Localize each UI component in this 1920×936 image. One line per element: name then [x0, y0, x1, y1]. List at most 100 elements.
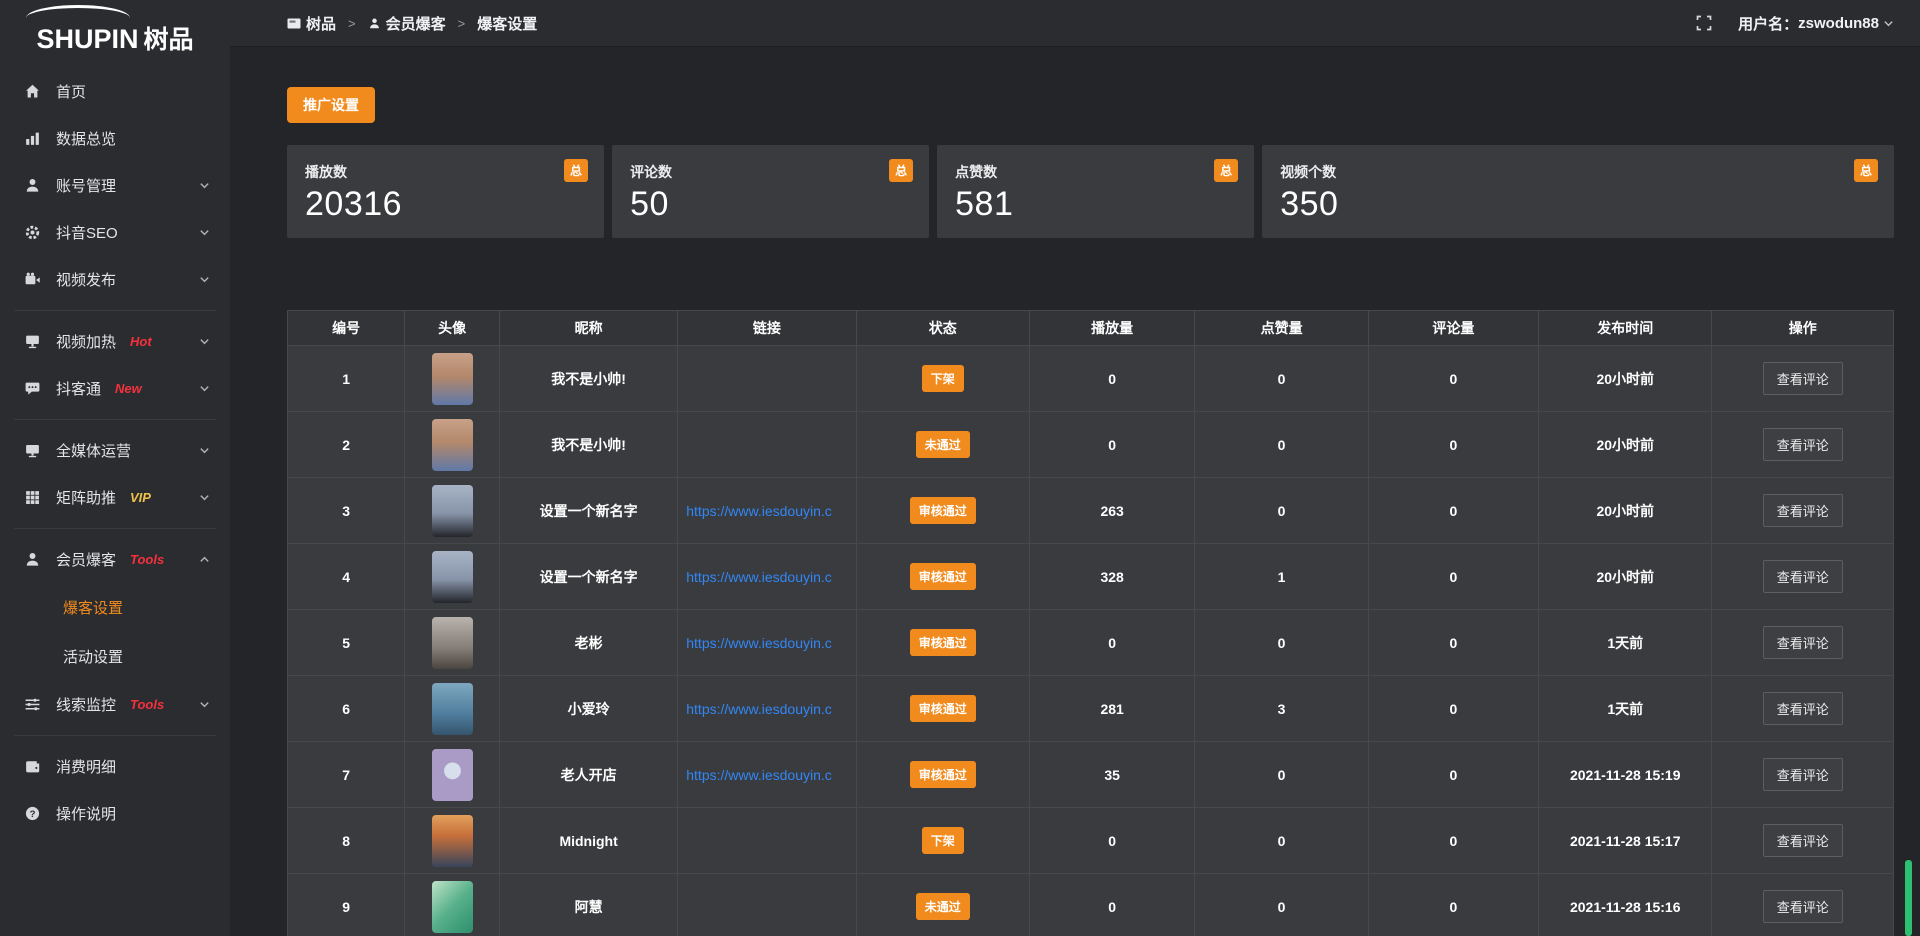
table-row: 4 设置一个新名字 https://www.iesdouyin.c 审核通过 3… — [288, 544, 1894, 610]
nickname: Midnight — [499, 808, 677, 874]
tools-badge: Tools — [130, 552, 164, 567]
view-comments-button[interactable]: 查看评论 — [1763, 494, 1843, 527]
table-row: 1 我不是小帅! 下架 0 0 0 20小时前 查看评论 — [288, 346, 1894, 412]
table-row: 7 老人开店 https://www.iesdouyin.c 审核通过 35 0… — [288, 742, 1894, 808]
chevron-down-icon — [199, 274, 210, 285]
video-link[interactable]: https://www.iesdouyin.c — [686, 503, 853, 519]
avatar — [432, 683, 473, 735]
status-badge[interactable]: 下架 — [922, 827, 964, 854]
view-comments-button[interactable]: 查看评论 — [1763, 692, 1843, 725]
comments-count: 0 — [1368, 610, 1538, 676]
view-comments-button[interactable]: 查看评论 — [1763, 428, 1843, 461]
publish-time: 2021-11-28 15:19 — [1539, 742, 1712, 808]
sidebar-item-lead-monitoring[interactable]: 线索监控 Tools — [0, 681, 230, 728]
publish-time: 1天前 — [1539, 610, 1712, 676]
sidebar-item-douketong[interactable]: 抖客通 New — [0, 365, 230, 412]
video-link[interactable]: https://www.iesdouyin.c — [686, 569, 853, 585]
view-comments-button[interactable]: 查看评论 — [1763, 560, 1843, 593]
nickname: 老彬 — [499, 610, 677, 676]
stat-label: 评论数 — [630, 162, 911, 182]
video-link[interactable]: https://www.iesdouyin.c — [686, 767, 853, 783]
sliders-icon — [24, 696, 41, 713]
view-comments-button[interactable]: 查看评论 — [1763, 362, 1843, 395]
sidebar-item-video-publish[interactable]: 视频发布 — [0, 256, 230, 303]
avatar — [432, 749, 473, 801]
avatar — [432, 419, 473, 471]
nav-divider — [14, 735, 216, 736]
chevron-down-icon — [199, 336, 210, 347]
likes-count: 0 — [1195, 808, 1368, 874]
plays-count: 0 — [1029, 610, 1194, 676]
logo-text-en: SHUPIN — [36, 24, 138, 54]
videos-table: 编号 头像 昵称 链接 状态 播放量 点赞量 评论量 发布时间 操作 1 — [287, 310, 1894, 936]
breadcrumb-item-member-baoke[interactable]: 会员爆客 — [368, 13, 446, 34]
table-row: 2 我不是小帅! 未通过 0 0 0 20小时前 查看评论 — [288, 412, 1894, 478]
status-badge[interactable]: 审核通过 — [910, 695, 976, 722]
sidebar-item-account-management[interactable]: 账号管理 — [0, 162, 230, 209]
status-badge[interactable]: 未通过 — [916, 893, 970, 920]
status-badge[interactable]: 审核通过 — [910, 761, 976, 788]
stat-value: 350 — [1280, 185, 1876, 224]
hot-badge: Hot — [130, 334, 152, 349]
likes-count: 0 — [1195, 742, 1368, 808]
comments-count: 0 — [1368, 544, 1538, 610]
avatar — [432, 353, 473, 405]
breadcrumb-item-root[interactable]: 树品 — [287, 13, 336, 34]
status-badge[interactable]: 审核通过 — [910, 497, 976, 524]
status-badge[interactable]: 审核通过 — [910, 563, 976, 590]
sidebar-item-member-baoke[interactable]: 会员爆客 Tools — [0, 536, 230, 583]
sidebar-item-label: 抖音SEO — [56, 222, 118, 243]
chevron-down-icon — [199, 699, 210, 710]
sidebar: SHUPIN树品 首页 数据总览 账号管理 抖音SEO 视频发布 — [0, 0, 230, 936]
monitor-icon — [24, 333, 41, 350]
sidebar-item-omni-media[interactable]: 全媒体运营 — [0, 427, 230, 474]
table-row: 9 阿慧 未通过 0 0 0 2021-11-28 15:16 查看评论 — [288, 874, 1894, 936]
status-badge[interactable]: 下架 — [922, 365, 964, 392]
sidebar-item-consumption-details[interactable]: 消费明细 — [0, 743, 230, 790]
breadcrumb-label: 会员爆客 — [386, 13, 446, 34]
sidebar-item-label: 账号管理 — [56, 175, 116, 196]
col-likes: 点赞量 — [1195, 311, 1368, 346]
nickname: 设置一个新名字 — [499, 478, 677, 544]
page-scrollbar-thumb[interactable] — [1905, 860, 1912, 936]
video-link[interactable]: https://www.iesdouyin.c — [686, 701, 853, 717]
promotion-settings-button[interactable]: 推广设置 — [287, 87, 375, 123]
plays-count: 35 — [1029, 742, 1194, 808]
view-comments-button[interactable]: 查看评论 — [1763, 824, 1843, 857]
table-row: 6 小爱玲 https://www.iesdouyin.c 审核通过 281 3… — [288, 676, 1894, 742]
user-icon — [24, 551, 41, 568]
view-comments-button[interactable]: 查看评论 — [1763, 890, 1843, 923]
likes-count: 0 — [1195, 610, 1368, 676]
breadcrumb-separator: > — [348, 16, 356, 31]
col-plays: 播放量 — [1029, 311, 1194, 346]
view-comments-button[interactable]: 查看评论 — [1763, 758, 1843, 791]
username-dropdown[interactable]: 用户名：zswodun88 — [1738, 13, 1894, 34]
row-id: 4 — [288, 544, 405, 610]
stat-card-likes: 点赞数 581 总 — [937, 145, 1254, 238]
home-icon — [24, 83, 41, 100]
sidebar-item-matrix-boost[interactable]: 矩阵助推 VIP — [0, 474, 230, 521]
col-actions: 操作 — [1712, 311, 1894, 346]
status-badge[interactable]: 未通过 — [916, 431, 970, 458]
publish-time: 1天前 — [1539, 676, 1712, 742]
sidebar-item-video-heating[interactable]: 视频加热 Hot — [0, 318, 230, 365]
row-id: 2 — [288, 412, 405, 478]
comments-count: 0 — [1368, 346, 1538, 412]
sidebar-subitem-baoke-settings[interactable]: 爆客设置 — [0, 583, 230, 632]
fullscreen-icon[interactable] — [1696, 15, 1712, 31]
sidebar-item-data-overview[interactable]: 数据总览 — [0, 115, 230, 162]
sidebar-item-home[interactable]: 首页 — [0, 68, 230, 115]
total-badge: 总 — [1214, 159, 1238, 182]
video-link[interactable]: https://www.iesdouyin.c — [686, 635, 853, 651]
sidebar-subitem-activity-settings[interactable]: 活动设置 — [0, 632, 230, 681]
sidebar-item-operation-guide[interactable]: ? 操作说明 — [0, 790, 230, 837]
status-badge[interactable]: 审核通过 — [910, 629, 976, 656]
gear-icon — [24, 224, 41, 241]
breadcrumb: 树品 > 会员爆客 > 爆客设置 — [287, 13, 537, 34]
col-link: 链接 — [678, 311, 856, 346]
chevron-down-icon — [199, 383, 210, 394]
view-comments-button[interactable]: 查看评论 — [1763, 626, 1843, 659]
sidebar-item-douyin-seo[interactable]: 抖音SEO — [0, 209, 230, 256]
stat-value: 50 — [630, 185, 911, 224]
col-nickname: 昵称 — [499, 311, 677, 346]
